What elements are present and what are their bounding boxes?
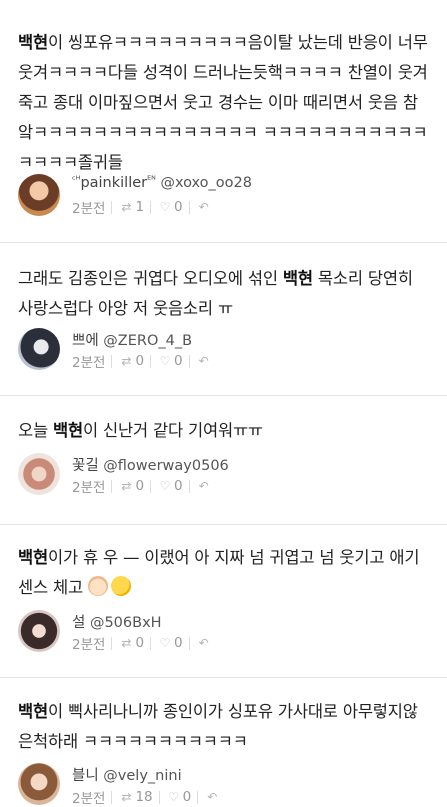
tweet-text: 백현이 삑사리나니까 종인이가 싱포유 가사대로 아무렇지않은척하래 ㅋㅋㅋㅋㅋ… <box>18 702 418 751</box>
highlight-keyword: 백현 <box>282 269 313 288</box>
tweet-meta: 2분전 ⇄ 0 ♡ 0 ↶ <box>72 633 212 653</box>
reply-icon[interactable]: ↶ <box>204 790 220 804</box>
avatar[interactable] <box>18 174 60 216</box>
user-handle: @xoxo_oo28 <box>160 175 252 191</box>
divider <box>0 677 447 678</box>
retweet-icon[interactable]: ⇄ <box>118 636 134 650</box>
divider <box>111 636 113 650</box>
tweet-meta: 2분전 ⇄ 0 ♡ 0 ↶ <box>72 476 212 496</box>
timestamp: 2분전 <box>72 201 106 217</box>
tweet-text: 백현이 씽포유ㅋㅋㅋㅋㅋㅋㅋㅋㅋ음이탈 났는데 반응이 너무 웃겨ㅋㅋㅋㅋ다들 … <box>18 28 429 172</box>
user-handle: @flowerway0506 <box>103 458 229 474</box>
divider <box>150 636 152 650</box>
retweet-count: 18 <box>135 789 153 805</box>
tweet-item[interactable]: 백현이가 휴 우 — 이랬어 아 지짜 넘 귀엽고 넘 웃기고 애기 센스 체고 <box>0 543 447 603</box>
tweet-item[interactable]: 그래도 김종인은 귀엽다 오디오에 섞인 백현 목소리 당연히 사랑스럽다 아앙… <box>0 264 447 324</box>
timestamp: 2분전 <box>72 355 106 371</box>
user-handle: @506BxH <box>89 615 162 631</box>
timestamp: 2분전 <box>72 791 106 807</box>
highlight-keyword: 백현 <box>18 702 48 721</box>
divider <box>150 200 152 214</box>
tweet-author[interactable]: 설 @506BxH 2분전 ⇄ 0 ♡ 0 ↶ <box>18 610 429 653</box>
avatar[interactable] <box>18 453 60 495</box>
tweet-author[interactable]: 꽃길 @flowerway0506 2분전 ⇄ 0 ♡ 0 ↶ <box>18 453 429 496</box>
tweet-author[interactable]: 쁘에 @ZERO_4_B 2분전 ⇄ 0 ♡ 0 ↶ <box>18 328 429 371</box>
divider <box>188 354 190 368</box>
user-handle: @ZERO_4_B <box>103 333 193 349</box>
highlight-keyword: 백현 <box>18 33 48 52</box>
retweet-count: 0 <box>135 635 145 651</box>
display-name[interactable]: 쁘에 @ZERO_4_B <box>72 329 192 350</box>
like-count: 0 <box>174 478 183 494</box>
tweet-meta: 2분전 ⇄ 18 ♡ 0 ↶ <box>72 787 220 807</box>
tweet-text: 오늘 백현이 신난거 같다 기여워ㅠㅠ <box>18 421 263 440</box>
tweet-item[interactable]: 백현이 씽포유ㅋㅋㅋㅋㅋㅋㅋㅋㅋ음이탈 났는데 반응이 너무 웃겨ㅋㅋㅋㅋ다들 … <box>0 28 447 172</box>
retweet-count: 0 <box>135 478 145 494</box>
like-count: 0 <box>182 789 192 805</box>
divider <box>0 524 447 525</box>
like-count: 0 <box>174 635 183 651</box>
tweet-author[interactable]: 블니 @vely_nini 2분전 ⇄ 18 ♡ 0 ↶ <box>18 763 429 807</box>
display-name[interactable]: 블니 @vely_nini <box>72 764 182 785</box>
divider <box>188 200 190 214</box>
divider <box>150 479 152 493</box>
reply-icon[interactable]: ↶ <box>196 200 212 214</box>
display-name[interactable]: 설 @506BxH <box>72 611 162 632</box>
divider <box>150 354 152 368</box>
tweet-meta: 2분전 ⇄ 1 ♡ 0 ↶ <box>72 197 212 217</box>
divider <box>188 479 190 493</box>
heart-icon[interactable]: ♡ <box>157 200 173 214</box>
heart-icon[interactable]: ♡ <box>166 790 182 804</box>
divider <box>0 242 447 243</box>
highlight-keyword: 백현 <box>53 421 83 440</box>
divider <box>158 790 160 804</box>
divider <box>111 354 113 368</box>
display-name[interactable]: ᶜᴴpainkillerᴱᴺ @xoxo_oo28 <box>72 175 252 191</box>
tweet-meta: 2분전 ⇄ 0 ♡ 0 ↶ <box>72 351 212 371</box>
tweet-text: 그래도 김종인은 귀엽다 오디오에 섞인 백현 목소리 당연히 사랑스럽다 아앙… <box>18 269 413 318</box>
retweet-icon[interactable]: ⇄ <box>118 479 134 493</box>
reply-icon[interactable]: ↶ <box>196 354 212 368</box>
timestamp: 2분전 <box>72 637 106 653</box>
tweet-item[interactable]: 백현이 삑사리나니까 종인이가 싱포유 가사대로 아무렇지않은척하래 ㅋㅋㅋㅋㅋ… <box>0 697 447 757</box>
face-blowing-kiss-icon <box>111 576 132 596</box>
highlight-keyword: 백현 <box>18 548 48 567</box>
heart-icon[interactable]: ♡ <box>157 636 173 650</box>
divider <box>197 790 199 804</box>
tweet-text: 백현이가 휴 우 — 이랬어 아 지짜 넘 귀엽고 넘 웃기고 애기 센스 체고 <box>18 548 420 597</box>
tweet-item[interactable]: 오늘 백현이 신난거 같다 기여워ㅠㅠ <box>0 416 447 446</box>
divider <box>111 200 113 214</box>
like-count: 0 <box>174 353 183 369</box>
retweet-icon[interactable]: ⇄ <box>118 354 134 368</box>
divider <box>111 479 113 493</box>
heart-icon[interactable]: ♡ <box>157 354 173 368</box>
retweet-count: 1 <box>135 199 145 215</box>
clapping-hands-icon <box>88 576 109 596</box>
reply-icon[interactable]: ↶ <box>196 479 212 493</box>
display-name[interactable]: 꽃길 @flowerway0506 <box>72 454 229 475</box>
heart-icon[interactable]: ♡ <box>157 479 173 493</box>
divider <box>188 636 190 650</box>
retweet-icon[interactable]: ⇄ <box>118 790 134 804</box>
avatar[interactable] <box>18 610 60 652</box>
retweet-icon[interactable]: ⇄ <box>118 200 134 214</box>
divider <box>111 790 113 804</box>
retweet-count: 0 <box>135 353 145 369</box>
avatar[interactable] <box>18 763 60 805</box>
divider <box>0 395 447 396</box>
tweet-author[interactable]: ᶜᴴpainkillerᴱᴺ @xoxo_oo28 2분전 ⇄ 1 ♡ 0 ↶ <box>18 174 429 217</box>
avatar[interactable] <box>18 328 60 370</box>
reply-icon[interactable]: ↶ <box>196 636 212 650</box>
user-handle: @vely_nini <box>103 768 182 784</box>
like-count: 0 <box>174 199 183 215</box>
tweet-text-body: 이 씽포유ㅋㅋㅋㅋㅋㅋㅋㅋㅋ음이탈 났는데 반응이 너무 웃겨ㅋㅋㅋㅋ다들 성격… <box>18 33 428 172</box>
timestamp: 2분전 <box>72 480 106 496</box>
